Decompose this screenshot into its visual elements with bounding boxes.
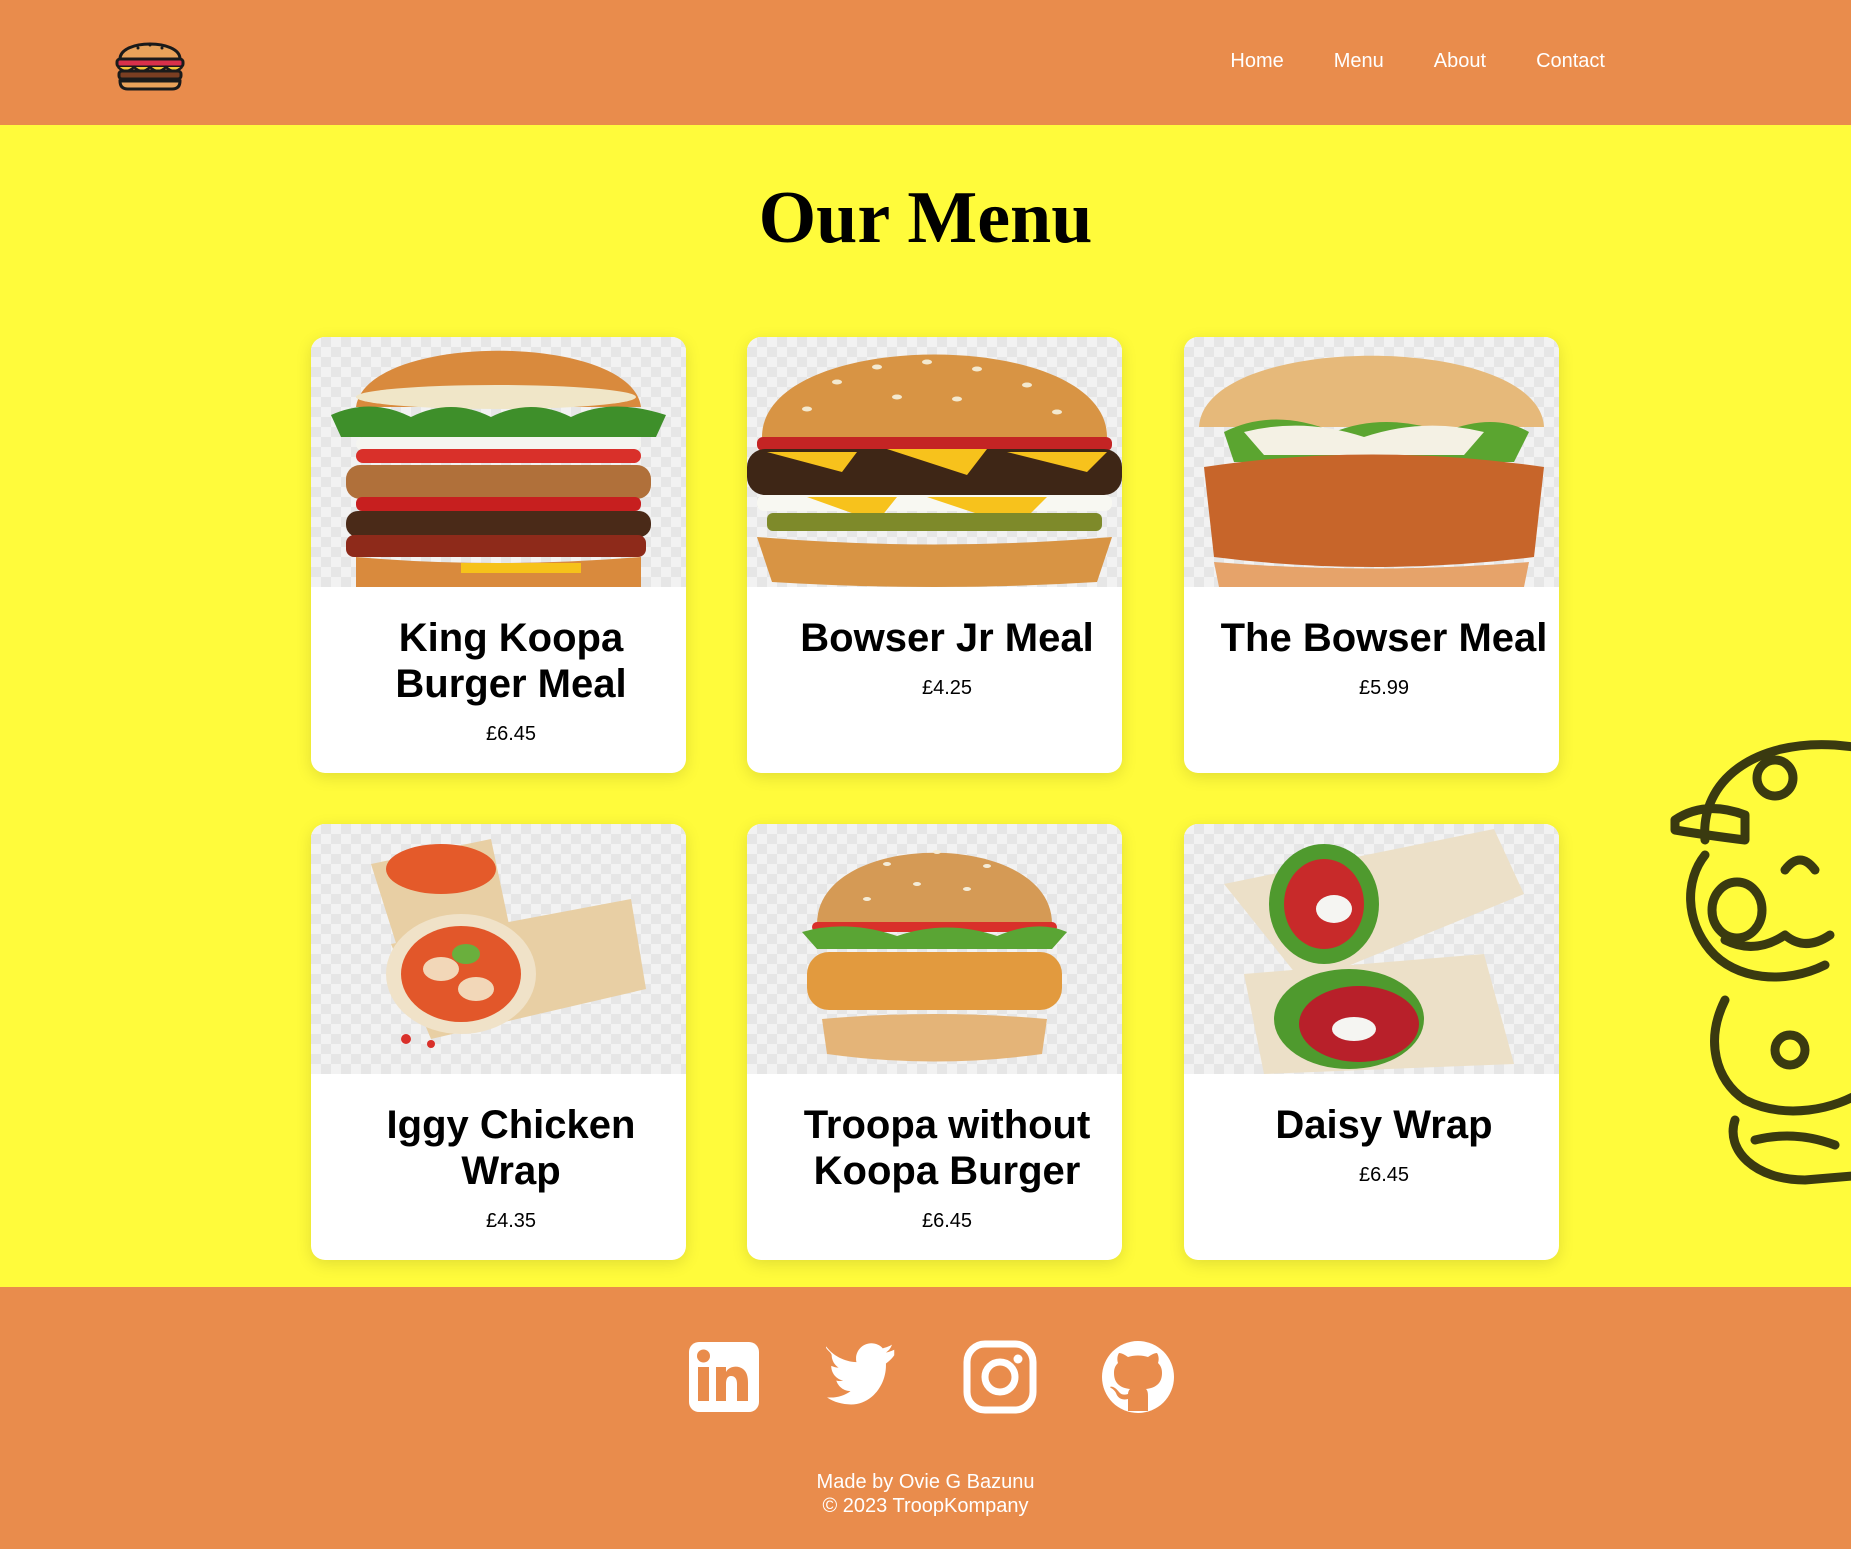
mario-outline-illustration [1665, 720, 1851, 1200]
chicken-wrap-image [311, 824, 686, 1074]
main-nav: Home Menu About Contact [1230, 50, 1605, 73]
linkedin-icon[interactable] [686, 1339, 762, 1415]
menu-item-name: Bowser Jr Meal [800, 616, 1094, 660]
menu-card[interactable]: King Koopa Burger Meal £6.45 [311, 337, 686, 773]
nav-about[interactable]: About [1434, 50, 1486, 73]
menu-item-price: £6.45 [485, 723, 537, 745]
nav-contact[interactable]: Contact [1536, 50, 1605, 73]
instagram-icon[interactable] [962, 1339, 1038, 1415]
nav-home[interactable]: Home [1230, 50, 1283, 73]
menu-section: Our Menu King Koopa Burger Meal £6.45 Bo… [0, 125, 1851, 1287]
menu-item-name: King Koopa Burger Meal [395, 616, 627, 706]
menu-item-name: The Bowser Meal [1220, 616, 1548, 660]
menu-item-price: £6.45 [921, 1210, 973, 1232]
credit-author: Made by Ovie G Bazunu [816, 1471, 1035, 1493]
menu-item-price: £4.25 [921, 677, 973, 699]
social-links [0, 1339, 1851, 1415]
stacked-burger-image [311, 337, 686, 587]
menu-item-name: Daisy Wrap [1275, 1103, 1493, 1147]
nav-menu[interactable]: Menu [1334, 50, 1384, 73]
twitter-icon[interactable] [824, 1339, 900, 1415]
footer-credits: Made by Ovie G Bazunu © 2023 TroopKompan… [0, 1470, 1851, 1518]
chicken-burger-image [1184, 337, 1559, 587]
veggie-burger-image [747, 824, 1122, 1074]
site-header: Home Menu About Contact [0, 0, 1851, 125]
menu-item-name: Troopa without Koopa Burger [803, 1103, 1091, 1193]
github-icon[interactable] [1100, 1339, 1176, 1415]
cheeseburger-image [747, 337, 1122, 587]
menu-item-name: Iggy Chicken Wrap [386, 1103, 636, 1193]
menu-card[interactable]: Daisy Wrap £6.45 [1184, 824, 1559, 1260]
credit-copyright: © 2023 TroopKompany [822, 1495, 1029, 1517]
salad-wrap-image [1184, 824, 1559, 1074]
menu-item-price: £6.45 [1358, 1164, 1410, 1186]
menu-card[interactable]: The Bowser Meal £5.99 [1184, 337, 1559, 773]
menu-card[interactable]: Troopa without Koopa Burger £6.45 [747, 824, 1122, 1260]
burger-icon[interactable] [114, 33, 186, 93]
page-title: Our Menu [758, 177, 1093, 259]
site-footer: Made by Ovie G Bazunu © 2023 TroopKompan… [0, 1287, 1851, 1549]
menu-item-price: £4.35 [485, 1210, 537, 1232]
menu-card[interactable]: Bowser Jr Meal £4.25 [747, 337, 1122, 773]
menu-card[interactable]: Iggy Chicken Wrap £4.35 [311, 824, 686, 1260]
menu-item-price: £5.99 [1358, 677, 1410, 699]
